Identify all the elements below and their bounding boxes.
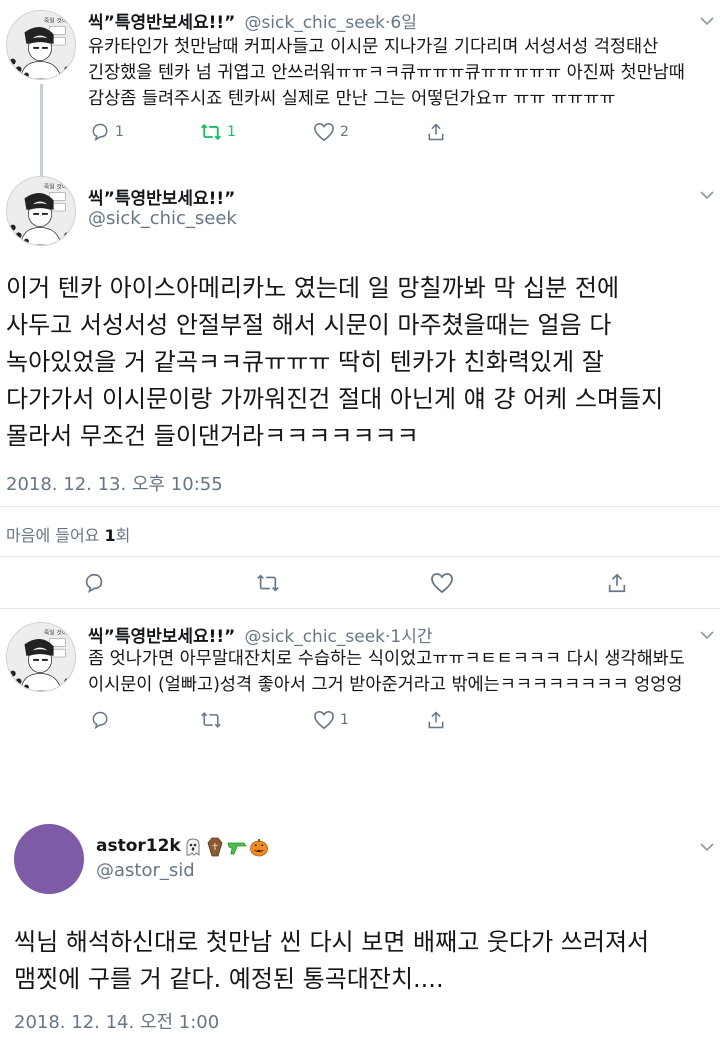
avatar[interactable]: 죽일 것이다 xyxy=(6,176,76,246)
chevron-down-icon[interactable] xyxy=(700,16,714,26)
avatar-illustration: 죽일 것이다 xyxy=(7,11,75,79)
relative-time[interactable]: ·1시간 xyxy=(385,627,433,647)
thread-line xyxy=(40,84,43,176)
reply-icon xyxy=(92,711,108,730)
avatar-illustration: 죽일 것이다 xyxy=(7,177,75,245)
reply-button[interactable] xyxy=(90,710,110,730)
handle[interactable]: @sick_chic_seek xyxy=(244,627,385,647)
share-button[interactable] xyxy=(606,572,628,594)
tweet-text: 이거 텐카 아이스아메리카노 였는데 일 망칠까봐 막 십분 전에 사두고 서성… xyxy=(6,274,664,450)
tweet-timestamp[interactable]: 2018. 12. 14. 오전 1:00 xyxy=(14,1008,219,1034)
reply-button[interactable] xyxy=(83,572,105,594)
tweet-timestamp[interactable]: 2018. 12. 13. 오후 10:55 xyxy=(6,470,223,496)
share-icon xyxy=(428,123,444,141)
name-emojis xyxy=(181,836,269,856)
like-count: 2 xyxy=(340,124,349,140)
share-icon xyxy=(428,711,444,729)
like-button[interactable]: 2 xyxy=(313,122,349,142)
chevron-down-icon[interactable] xyxy=(700,630,714,640)
retweet-button[interactable]: 1 xyxy=(200,122,236,142)
divider xyxy=(0,556,720,557)
svg-text:죽일 것이다: 죽일 것이다 xyxy=(44,183,73,191)
share-button[interactable] xyxy=(426,710,446,730)
handle[interactable]: @astor_sid xyxy=(96,860,195,881)
water-pistol-emoji xyxy=(227,842,247,854)
display-name[interactable]: 씩”특영반보세요!!” xyxy=(88,13,235,33)
like-button[interactable] xyxy=(430,572,454,594)
handle[interactable]: @sick_chic_seek xyxy=(244,13,385,33)
svg-text:죽일 것이다: 죽일 것이다 xyxy=(44,629,73,637)
retweet-icon xyxy=(257,574,279,592)
avatar[interactable] xyxy=(14,824,84,894)
retweet-count: 1 xyxy=(227,124,236,140)
heart-icon xyxy=(314,122,334,142)
avatar[interactable]: 죽일 것이다 xyxy=(6,622,76,692)
tweet-text: 좀 엇나가면 아무말대잔치로 수습하는 식이었고ㅠㅠㅋㅌㅌㅋㅋㅋ 다시 생각해봐… xyxy=(88,649,685,695)
likes-summary[interactable]: 마음에 들어요 1회 xyxy=(6,522,130,546)
chevron-down-icon[interactable] xyxy=(700,190,714,200)
display-name[interactable]: astor12k xyxy=(96,836,181,856)
reply-icon xyxy=(92,123,108,142)
chevron-down-icon[interactable] xyxy=(700,842,714,852)
divider xyxy=(0,608,720,609)
display-name[interactable]: 씩”특영반보세요!!” xyxy=(88,627,235,647)
heart-icon xyxy=(314,710,334,730)
share-button[interactable] xyxy=(426,122,446,142)
coffin-emoji xyxy=(207,837,223,856)
tweet-text: 씩님 해석하신대로 첫만남 씬 다시 보면 배째고 웃다가 쓰러져서 맴찟에 구… xyxy=(14,928,650,993)
reply-button[interactable]: 1 xyxy=(90,122,124,142)
divider xyxy=(0,506,720,507)
avatar[interactable]: 죽일 것이다 xyxy=(6,10,76,80)
ghost-emoji xyxy=(186,837,200,856)
handle[interactable]: @sick_chic_seek xyxy=(88,208,237,229)
like-button[interactable]: 1 xyxy=(313,710,349,730)
reply-icon xyxy=(85,573,103,593)
tweet-text: 유카타인가 첫만남때 커피사들고 이시문 지나가길 기다리며 서성서성 걱정태산… xyxy=(88,37,685,109)
like-count: 1 xyxy=(340,712,349,728)
share-icon xyxy=(608,573,626,593)
reply-count: 1 xyxy=(115,124,124,140)
jack-o-lantern-emoji xyxy=(249,838,268,856)
relative-time[interactable]: ·6일 xyxy=(385,13,417,33)
avatar-illustration: 죽일 것이다 xyxy=(7,623,75,691)
heart-icon xyxy=(431,573,453,594)
display-name[interactable]: 씩”특영반보세요!!” xyxy=(88,184,235,209)
retweet-button[interactable] xyxy=(256,572,280,594)
retweet-icon xyxy=(201,123,221,141)
retweet-button[interactable] xyxy=(200,710,222,730)
svg-text:죽일 것이다: 죽일 것이다 xyxy=(44,17,73,25)
retweet-icon xyxy=(201,712,221,728)
